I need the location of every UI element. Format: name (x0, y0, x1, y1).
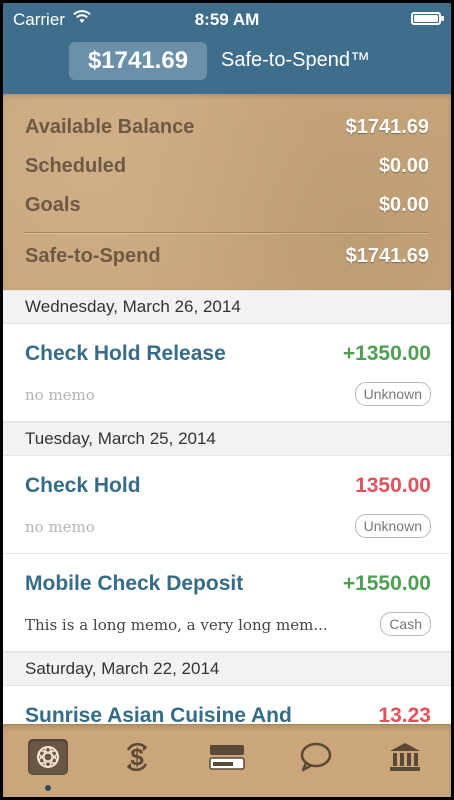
transaction-memo: This is a long memo, a very long mem... (25, 616, 328, 634)
safe-to-spend-amount-button[interactable]: $1741.69 (69, 42, 207, 80)
transaction-row[interactable]: Mobile Check Deposit +1550.00 This is a … (3, 554, 451, 652)
page-title: Safe-to-Spend™ (221, 49, 370, 71)
balance-summary-panel: Available Balance $1741.69 Scheduled $0.… (3, 94, 451, 291)
transaction-amount: +1350.00 (342, 342, 431, 365)
date-section-header: Wednesday, March 26, 2014 (3, 290, 451, 324)
safe-to-spend-row: Safe-to-Spend $1741.69 (25, 245, 429, 275)
transaction-name: Sunrise Asian Cuisine And (25, 704, 292, 724)
scheduled-row: Scheduled $0.00 (25, 155, 429, 185)
transaction-name: Check Hold Release (25, 342, 226, 365)
battery-icon (411, 12, 444, 25)
available-balance-row: Available Balance $1741.69 (25, 116, 429, 146)
transaction-name: Mobile Check Deposit (25, 572, 244, 595)
activity-icon[interactable] (28, 739, 68, 775)
date-section-header: Saturday, March 22, 2014 (3, 652, 451, 686)
status-bar: Carrier 8:59 AM (3, 3, 451, 33)
transaction-row[interactable]: Check Hold 1350.00 no memo Unknown (3, 456, 451, 554)
transaction-amount: +1550.00 (342, 572, 431, 595)
transaction-amount: 13.23 (378, 704, 431, 724)
tab-bar: $ (3, 724, 451, 797)
transaction-amount: 1350.00 (355, 474, 431, 497)
row-label: Goals (25, 194, 81, 216)
app-screen: Carrier 8:59 AM $1741.69 Safe-to-Spend™ … (3, 3, 451, 797)
active-tab-indicator (45, 785, 51, 791)
money-transfer-icon[interactable]: $ (115, 739, 159, 775)
transaction-name: Check Hold (25, 474, 141, 497)
row-value: $0.00 (378, 155, 429, 177)
row-value: $1741.69 (345, 245, 429, 267)
category-tag[interactable]: Cash (380, 612, 431, 636)
chat-icon[interactable] (294, 739, 338, 775)
clock-label: 8:59 AM (194, 10, 260, 29)
category-tag[interactable]: Unknown (354, 382, 431, 406)
summary-divider (25, 232, 429, 233)
transaction-memo: no memo (25, 386, 95, 404)
row-label: Available Balance (25, 116, 195, 138)
transaction-row[interactable]: Sunrise Asian Cuisine And 13.23 (3, 686, 451, 724)
bank-icon[interactable] (383, 739, 427, 775)
row-label: Scheduled (25, 155, 127, 177)
goals-row: Goals $0.00 (25, 194, 429, 224)
navigation-header: Carrier 8:59 AM $1741.69 Safe-to-Spend™ (3, 3, 451, 94)
category-tag[interactable]: Unknown (354, 514, 431, 538)
transaction-memo: no memo (25, 518, 95, 536)
date-section-header: Tuesday, March 25, 2014 (3, 422, 451, 456)
cards-icon[interactable] (205, 739, 249, 775)
row-label: Safe-to-Spend (25, 245, 161, 267)
transaction-row[interactable]: Check Hold Release +1350.00 no memo Unkn… (3, 324, 451, 422)
row-value: $0.00 (378, 194, 429, 216)
row-value: $1741.69 (345, 116, 429, 138)
transaction-list[interactable]: Wednesday, March 26, 2014 Check Hold Rel… (3, 290, 451, 724)
